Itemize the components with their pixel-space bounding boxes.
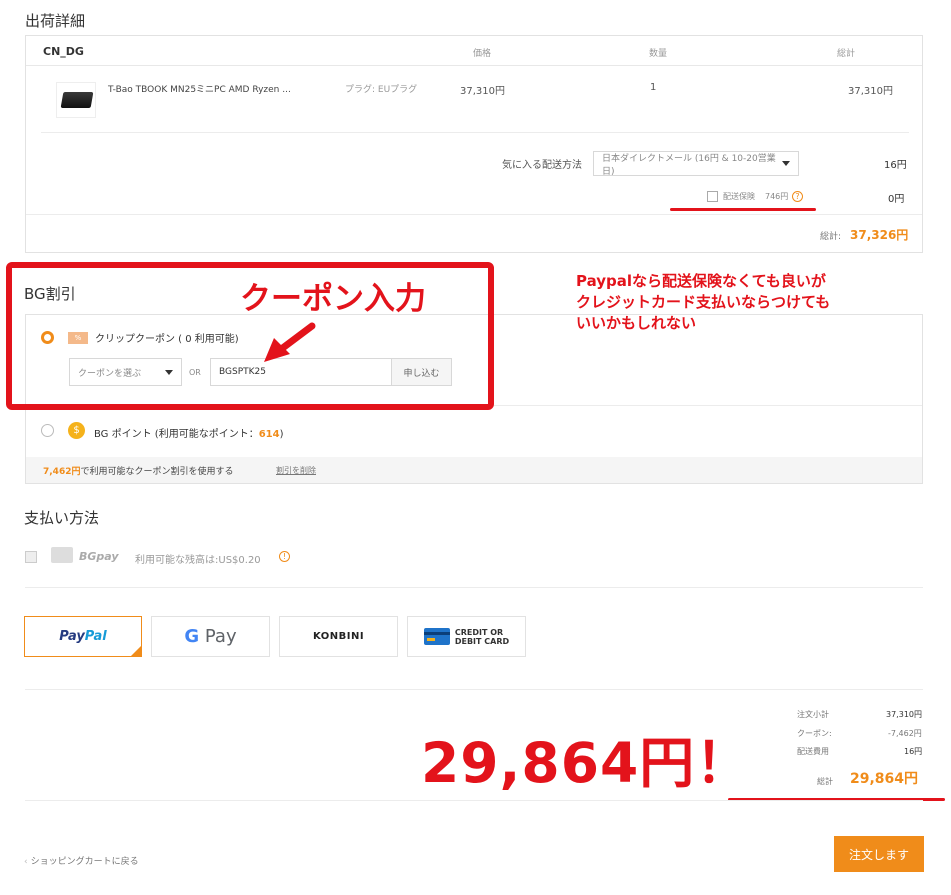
paypal-logo: PayPal	[59, 629, 106, 644]
card-label: CREDIT OR DEBIT CARD	[455, 628, 509, 646]
points-label-close: )	[279, 429, 284, 440]
bgpay-checkbox[interactable]	[25, 551, 37, 563]
annotation-note-line1: Paypalなら配送保険なくても良いが	[576, 272, 826, 290]
annotation-underline-insurance	[670, 208, 816, 211]
col-price: 価格	[473, 49, 492, 59]
annotation-note-line3: いいかもしれない	[576, 314, 697, 332]
gpay-option[interactable]: G Pay	[151, 616, 270, 657]
subtotal-value: 37,326円	[850, 228, 909, 242]
coin-icon: $	[68, 422, 85, 439]
insurance-checkbox[interactable]	[707, 191, 718, 202]
coupon-used-desc: で利用可能なクーポン割引を使用する	[80, 467, 234, 477]
chevron-left-icon: ‹	[24, 857, 28, 867]
points-label: BG ポイント (利用可能なポイント：614)	[94, 425, 283, 440]
insurance-label: 配送保険	[723, 192, 755, 201]
insurance-price: 746円	[765, 192, 789, 201]
warehouse-label: CN_DG	[43, 45, 84, 58]
card-option[interactable]: CREDIT OR DEBIT CARD	[407, 616, 526, 657]
shipment-title: 出荷詳細	[25, 12, 86, 30]
summary-subtotal: 37,310円	[886, 710, 922, 719]
product-price: 37,310円	[460, 86, 505, 97]
credit-card-icon	[423, 628, 450, 645]
paypal-logo-pal: Pal	[84, 629, 107, 644]
back-to-cart-label: ショッピングカートに戻る	[30, 857, 139, 867]
col-qty: 数量	[649, 49, 668, 59]
product-image[interactable]	[56, 82, 96, 118]
selected-check-icon	[131, 646, 141, 656]
wallet-icon	[51, 547, 73, 563]
bgpay-label: BGpay	[79, 550, 119, 563]
gpay-logo-pay: Pay	[204, 626, 237, 647]
product-plug: プラグ: EUプラグ	[345, 85, 418, 95]
product-name[interactable]: T-Bao TBOOK MN25ミニPC AMD Ryzen ...	[108, 82, 291, 95]
coupon-used-amount: 7,462円	[43, 467, 81, 477]
points-radio[interactable]	[41, 424, 54, 437]
summary-total-label: 総計	[817, 777, 833, 786]
row-divider	[41, 132, 909, 133]
shipment-header: CN_DG 価格 数量 総計	[26, 36, 922, 66]
shipping-method-select[interactable]: 日本ダイレクトメール (16円 & 10-20営業日)	[593, 151, 799, 177]
summary-shipping: 16円	[904, 747, 923, 756]
points-label-text: BG ポイント (利用可能なポイント：	[94, 429, 259, 440]
summary-total: 29,864円	[850, 771, 919, 787]
summary-divider-bottom	[25, 800, 923, 801]
summary-shipping-label: 配送費用	[797, 747, 829, 756]
insurance-cost: 0円	[888, 194, 905, 205]
payment-title: 支払い方法	[24, 509, 100, 527]
gpay-logo-g: G	[184, 626, 200, 647]
shipment-box: CN_DG 価格 数量 総計 T-Bao TBOOK MN25ミニPC AMD …	[25, 35, 923, 253]
chevron-down-icon	[782, 161, 790, 166]
product-line-total: 37,310円	[848, 86, 893, 97]
coupon-footer: 7,462円で利用可能なクーポン割引を使用する 割引を削除	[26, 457, 922, 483]
info-icon[interactable]: !	[279, 551, 290, 562]
payment-divider	[25, 587, 923, 588]
product-qty: 1	[650, 82, 657, 93]
col-total: 総計	[837, 49, 856, 59]
help-icon[interactable]: ?	[792, 191, 803, 202]
annotation-big-total: 29,864円！	[421, 731, 752, 795]
place-order-button[interactable]: 注文します	[834, 836, 924, 872]
annotation-note-line2: クレジットカード支払いならつけても	[576, 293, 831, 311]
coupon-used-text: 7,462円で利用可能なクーポン割引を使用する	[43, 464, 233, 477]
shipping-method-value: 日本ダイレクトメール (16円 & 10-20営業日)	[602, 153, 776, 177]
points-value: 614	[258, 429, 280, 440]
summary-subtotal-label: 注文小計	[797, 710, 829, 719]
summary-coupon-label: クーポン:	[797, 729, 832, 738]
card-label-line2: DEBIT CARD	[454, 636, 510, 646]
paypal-logo-pay: Pay	[59, 629, 85, 644]
shipping-method-label: 気に入る配送方法	[502, 160, 582, 171]
annotation-coupon-input: クーポン入力	[240, 281, 426, 317]
back-to-cart-link[interactable]: ‹ ショッピングカートに戻る	[24, 854, 139, 867]
annotation-note: Paypalなら配送保険なくても良いが クレジットカード支払いならつけても いい…	[576, 271, 830, 334]
konbini-logo: KONBINI	[312, 631, 365, 642]
konbini-option[interactable]: KONBINI	[279, 616, 398, 657]
summary-divider-top	[25, 689, 923, 690]
card-label-line1: CREDIT OR	[454, 627, 504, 637]
shipping-cost: 16円	[884, 160, 907, 171]
annotation-arrow	[264, 322, 316, 362]
gpay-logo: G Pay	[184, 626, 236, 647]
subtotal-label: 総計:	[820, 232, 842, 242]
summary-coupon: -7,462円	[888, 729, 922, 738]
subtotal-divider	[26, 214, 922, 215]
paypal-option[interactable]: PayPal	[24, 616, 142, 657]
remove-discount-link[interactable]: 割引を削除	[276, 465, 316, 476]
bgpay-balance: 利用可能な残高は:US$0.20	[135, 555, 261, 566]
